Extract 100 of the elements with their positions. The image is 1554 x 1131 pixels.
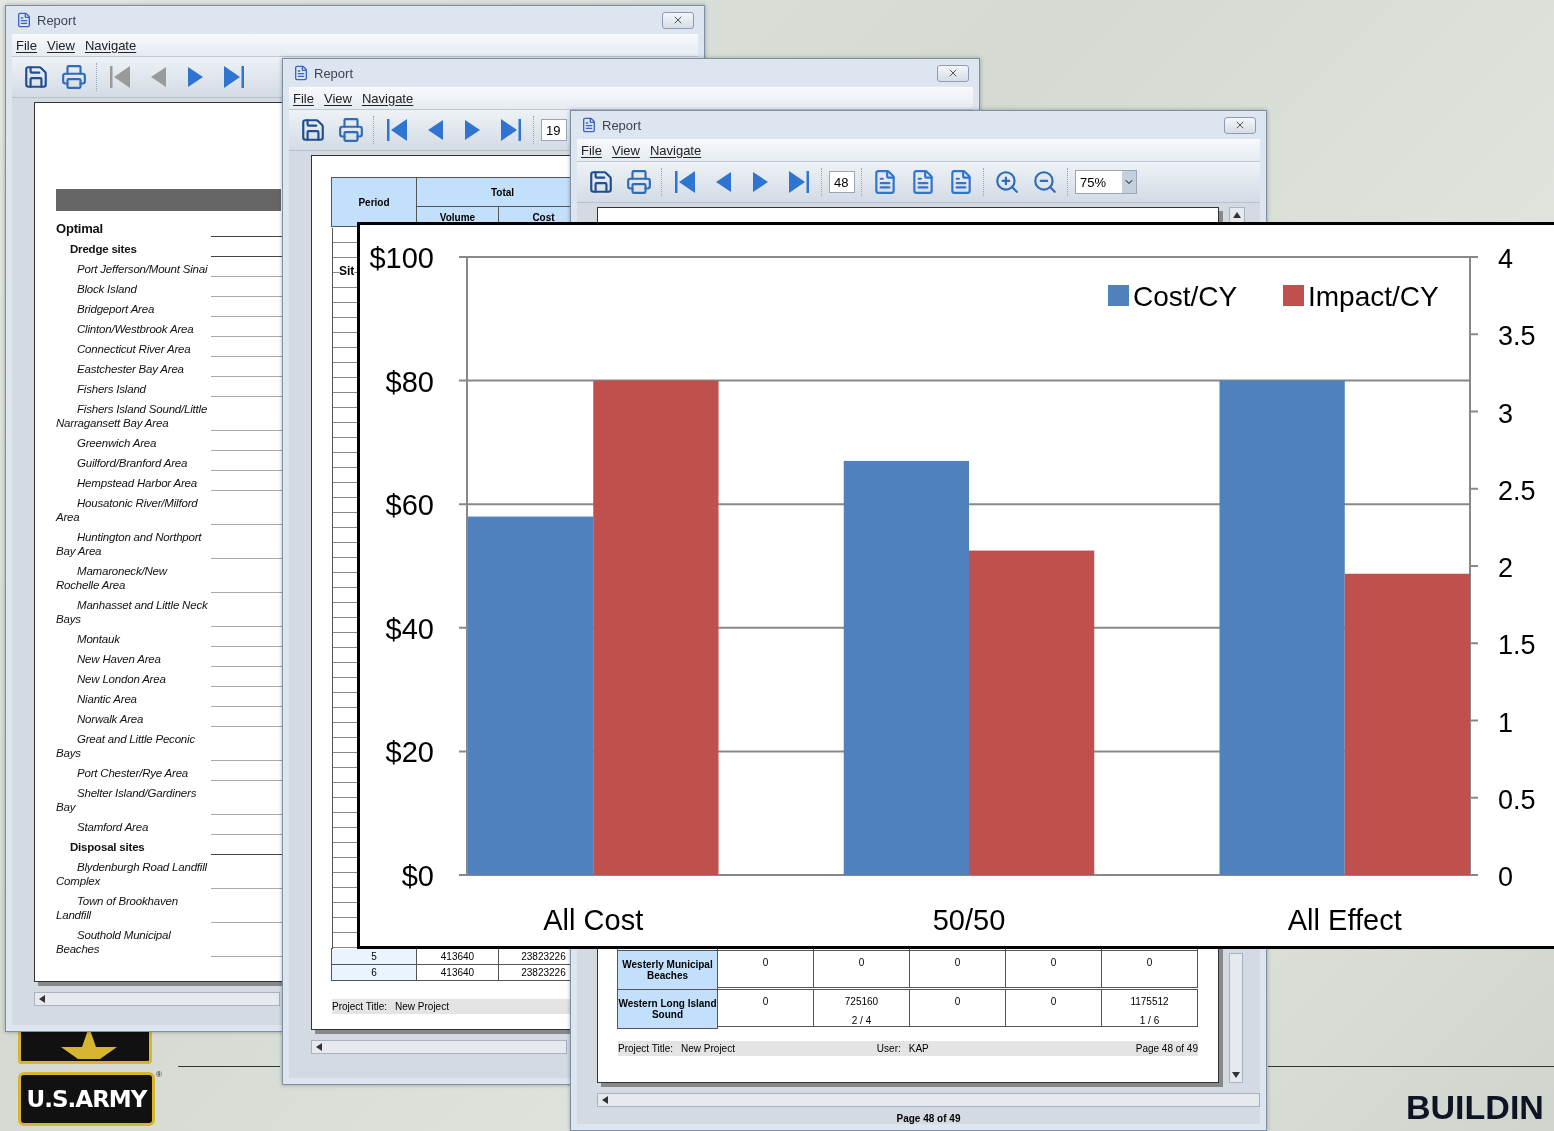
- cell-value: 0: [761, 996, 770, 1007]
- app-icon: [16, 12, 32, 28]
- vertical-scrollbar[interactable]: [1229, 953, 1243, 1083]
- outline-label: Guilford/Branford Area: [76, 456, 189, 471]
- outline-label: Optimal: [56, 220, 104, 238]
- outline-label: Town of Brookhaven Landfill: [56, 894, 179, 923]
- outline-label: Fishers Island: [76, 382, 147, 397]
- cell-value: 0: [1145, 957, 1154, 968]
- outline-label: Clinton/Westbrook Area: [76, 322, 195, 337]
- app-icon: [293, 65, 309, 81]
- save-icon: [23, 64, 49, 90]
- close-icon: [1234, 119, 1246, 131]
- row-header: Western Long Island Sound: [617, 989, 718, 1029]
- scroll-up-button[interactable]: [1229, 207, 1245, 223]
- outline-label: Montauk: [76, 632, 121, 647]
- legend-label: Cost/CY: [1133, 281, 1238, 312]
- outline-label: Shelter Island/Gardiners Bay: [56, 786, 198, 815]
- footer-value: KAP: [908, 1043, 929, 1054]
- cell-value: 2 / 4: [850, 1015, 873, 1026]
- printer-icon: [61, 64, 87, 90]
- close-icon: [947, 67, 959, 79]
- menu-item[interactable]: File: [16, 37, 37, 53]
- outline-label: Housatonic River/Milford Area: [56, 496, 199, 525]
- menu-item[interactable]: Navigate: [84, 37, 137, 53]
- axis-label: All Effect: [1287, 904, 1402, 936]
- outline-label: Manhasset and Little Neck Bays: [56, 598, 209, 627]
- outline-label: Hempstead Harbor Area: [76, 476, 198, 491]
- right-arrow-icon: [221, 64, 247, 90]
- outline-label: Eastchester Bay Area: [76, 362, 185, 377]
- horizontal-scrollbar[interactable]: [311, 1040, 567, 1054]
- outline-label: Niantic Area: [76, 692, 138, 707]
- outline-label: Norwalk Area: [76, 712, 145, 727]
- zoom-in-icon: [994, 169, 1020, 195]
- menu-item[interactable]: File: [581, 142, 602, 158]
- outline-label: Stamford Area: [76, 820, 150, 835]
- close-button[interactable]: [1224, 116, 1256, 134]
- logo: U.S.ARMY: [18, 1072, 155, 1126]
- axis-label: 1: [1498, 707, 1514, 738]
- page-number-field[interactable]: 48: [829, 171, 855, 193]
- outline-label: Block Island: [76, 282, 138, 297]
- cell-value: 0: [953, 957, 962, 968]
- outline-label: Dredge sites: [69, 242, 138, 257]
- axis-label: 4: [1498, 244, 1514, 274]
- axis-label: 3.5: [1498, 321, 1536, 352]
- cell-value: 0: [953, 996, 962, 1007]
- axis-label: All Cost: [543, 904, 644, 936]
- axis-label: 50/50: [932, 904, 1006, 936]
- save-icon: [300, 117, 326, 143]
- outline-label: Fishers Island Sound/Little Narragansett Bay Area: [56, 402, 209, 431]
- axis-label: 2.5: [1498, 475, 1536, 506]
- page-number-field[interactable]: 19: [541, 119, 567, 141]
- footer-label: Project Title:: [618, 1043, 674, 1054]
- menu-item[interactable]: View: [611, 142, 640, 158]
- axis-label: 1.5: [1498, 630, 1536, 661]
- outline-label: Port Jefferson/Mount Sinai: [76, 262, 209, 277]
- cell-value: 1 / 6: [1138, 1015, 1161, 1026]
- axis-label: $100: [369, 242, 434, 274]
- left-arrow-icon: [384, 117, 410, 143]
- document-icon: [948, 169, 974, 195]
- page-status-text: Page 48 of 49: [895, 1112, 962, 1124]
- page-count: Page 48 of 49: [1135, 1043, 1198, 1054]
- outline-label: Huntington and Northport Bay Area: [56, 530, 203, 559]
- outline-label: Bridgeport Area: [76, 302, 156, 317]
- outline-label: Disposal sites: [69, 840, 146, 855]
- document-icon: [910, 169, 936, 195]
- cell-value: 0: [857, 957, 866, 968]
- outline-label: Greenwich Area: [76, 436, 158, 451]
- axis-label: 0.5: [1498, 784, 1536, 815]
- axis-label: $20: [385, 736, 434, 769]
- menu-item[interactable]: View: [323, 90, 352, 106]
- cell-value: 725160: [843, 996, 880, 1007]
- save-icon: [588, 169, 614, 195]
- outline-label: New Haven Area: [76, 652, 162, 667]
- row-header: Westerly Municipal Beaches: [617, 950, 718, 990]
- right-arrow-icon: [786, 169, 812, 195]
- window-title: Report: [37, 12, 78, 28]
- axis-label: $80: [385, 365, 434, 398]
- horizontal-scrollbar[interactable]: [597, 1093, 1260, 1107]
- zoom-select[interactable]: 75%: [1075, 170, 1137, 194]
- close-button[interactable]: [937, 64, 969, 82]
- cell-value: 0: [1049, 996, 1058, 1007]
- outline-label: Mamaroneck/New Rochelle Area: [56, 564, 169, 593]
- menu-item[interactable]: View: [46, 37, 75, 53]
- close-icon: [672, 14, 684, 26]
- outline-label: New London Area: [76, 672, 167, 687]
- outline-label: Blydenburgh Road Landfill Complex: [56, 860, 209, 889]
- footer-label: User:: [876, 1043, 901, 1054]
- horizontal-scrollbar[interactable]: [34, 992, 280, 1006]
- cell-value: 0: [1049, 957, 1058, 968]
- legend-label: Impact/CY: [1308, 281, 1439, 312]
- axis-label: $60: [385, 489, 434, 522]
- axis-label: 3: [1498, 398, 1514, 429]
- menu-item[interactable]: File: [293, 90, 314, 106]
- menu-item[interactable]: Navigate: [361, 90, 414, 106]
- table-cell: 6: [331, 964, 417, 981]
- outline-label: Connecticut River Area: [76, 342, 192, 357]
- close-button[interactable]: [662, 11, 694, 29]
- menu-item[interactable]: Navigate: [649, 142, 702, 158]
- table-header: Period: [331, 177, 417, 227]
- outline-label: Port Chester/Rye Area: [76, 766, 190, 781]
